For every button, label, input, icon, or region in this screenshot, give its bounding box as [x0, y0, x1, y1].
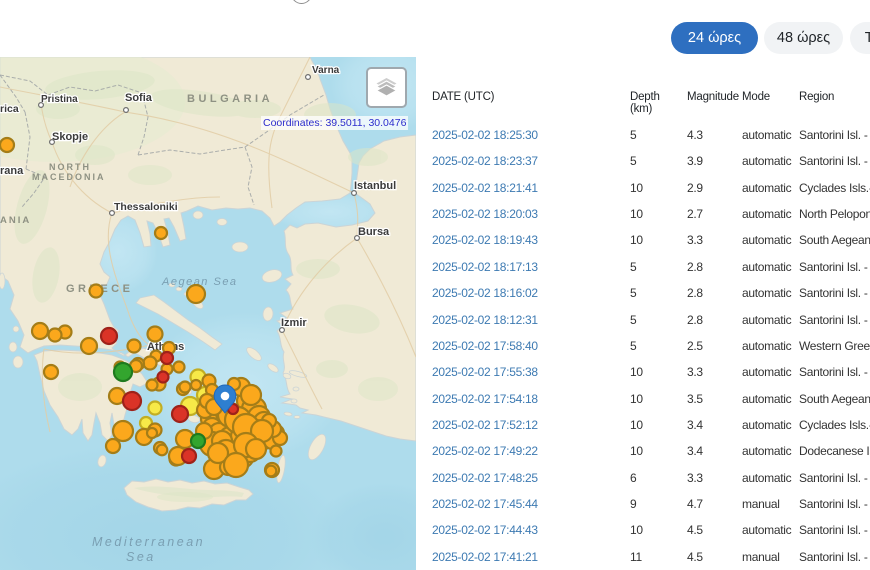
svg-text:Izmir: Izmir	[281, 317, 307, 329]
svg-text:Varna: Varna	[312, 65, 340, 76]
svg-text:NORTH: NORTH	[49, 162, 91, 172]
svg-text:Istanbul: Istanbul	[354, 180, 396, 192]
svg-text:Mediterranean: Mediterranean	[92, 535, 205, 549]
svg-text:rica: rica	[0, 103, 19, 115]
svg-text:Bursa: Bursa	[358, 226, 390, 238]
svg-text:Pristina: Pristina	[41, 94, 78, 105]
svg-text:Thessaloniki: Thessaloniki	[114, 201, 178, 213]
svg-text:Sea: Sea	[126, 550, 156, 564]
svg-text:Sofia: Sofia	[125, 92, 153, 104]
svg-text:rana: rana	[0, 165, 24, 177]
svg-text:MACEDONIA: MACEDONIA	[32, 172, 106, 182]
svg-text:BULGARIA: BULGARIA	[187, 93, 273, 105]
svg-text:Skopje: Skopje	[52, 131, 88, 143]
svg-text:ANIA: ANIA	[0, 215, 31, 226]
